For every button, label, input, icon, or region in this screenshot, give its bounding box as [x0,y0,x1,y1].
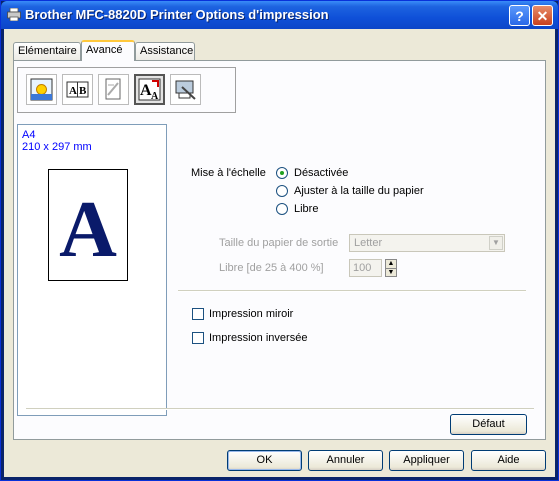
color-quality-button[interactable] [26,74,57,105]
device-options-icon [175,80,196,100]
radio-ajuster[interactable] [276,185,288,197]
duplex-button[interactable]: A B [62,74,93,105]
spin-up-icon[interactable]: ▲ [386,260,396,268]
paper-name: A4 [22,129,36,141]
dialog-client-area: Elémentaire Avancé Assistance A B A A A4… [4,29,555,477]
copy-watermark-icon [105,78,121,100]
svg-text:A: A [69,85,77,97]
default-button[interactable]: Défaut [450,414,527,435]
color-quality-icon [30,78,53,101]
spin-down-icon[interactable]: ▼ [386,268,396,277]
copy-watermark-button[interactable] [98,74,129,105]
device-options-button[interactable] [170,74,201,105]
duplex-icon: A B [66,81,89,98]
window-title: Brother MFC-8820D Printer Options d'impr… [25,7,329,22]
preview-letter: A [59,186,117,274]
svg-text:B: B [79,85,87,97]
close-button[interactable]: ✕ [532,5,553,26]
free-scale-input[interactable]: 100 [349,259,382,277]
free-scale-label: Libre [de 25 à 400 %] [219,262,324,274]
apply-button[interactable]: Appliquer [389,450,464,471]
cancel-button[interactable]: Annuler [308,450,383,471]
svg-text:A: A [151,91,159,101]
help-title-button[interactable]: ? [509,5,530,26]
paper-preview: A4 210 x 297 mm A [17,124,167,416]
radio-libre-label[interactable]: Libre [294,203,318,215]
output-size-select[interactable]: Letter ▼ [349,234,505,252]
radio-desactivee[interactable] [276,167,288,179]
mirror-checkbox[interactable] [192,308,204,320]
output-size-label: Taille du papier de sortie [219,237,339,249]
output-size-value: Letter [354,237,383,249]
mirror-label[interactable]: Impression miroir [209,308,293,320]
paper-sheet: A [48,169,128,281]
tab-panel-avance: A B A A A4 210 x 297 mm A Mise à l'échel… [13,60,546,440]
bottom-divider [26,408,534,410]
chevron-down-icon[interactable]: ▼ [489,236,503,250]
feature-toolbar: A B A A [17,67,236,113]
dialog-window: Brother MFC-8820D Printer Options d'impr… [0,0,559,481]
tab-elementaire[interactable]: Elémentaire [13,42,81,60]
tab-avance[interactable]: Avancé [81,40,135,61]
radio-ajuster-label[interactable]: Ajuster à la taille du papier [294,185,424,197]
printer-icon [7,8,21,21]
paper-dimensions: 210 x 297 mm [22,141,92,153]
scaling-label: Mise à l'échelle [191,167,266,179]
options-divider [178,290,526,292]
reverse-checkbox[interactable] [192,332,204,344]
radio-desactivee-label[interactable]: Désactivée [294,167,348,179]
title-bar[interactable]: Brother MFC-8820D Printer Options d'impr… [1,1,558,29]
help-button[interactable]: Aide [471,450,546,471]
radio-libre[interactable] [276,203,288,215]
reverse-label[interactable]: Impression inversée [209,332,307,344]
ok-button[interactable]: OK [227,450,302,471]
scaling-button[interactable]: A A [134,74,165,105]
tab-assistance[interactable]: Assistance [135,42,195,60]
free-scale-spinner[interactable]: ▲ ▼ [385,259,397,277]
scaling-icon: A A [138,78,161,101]
